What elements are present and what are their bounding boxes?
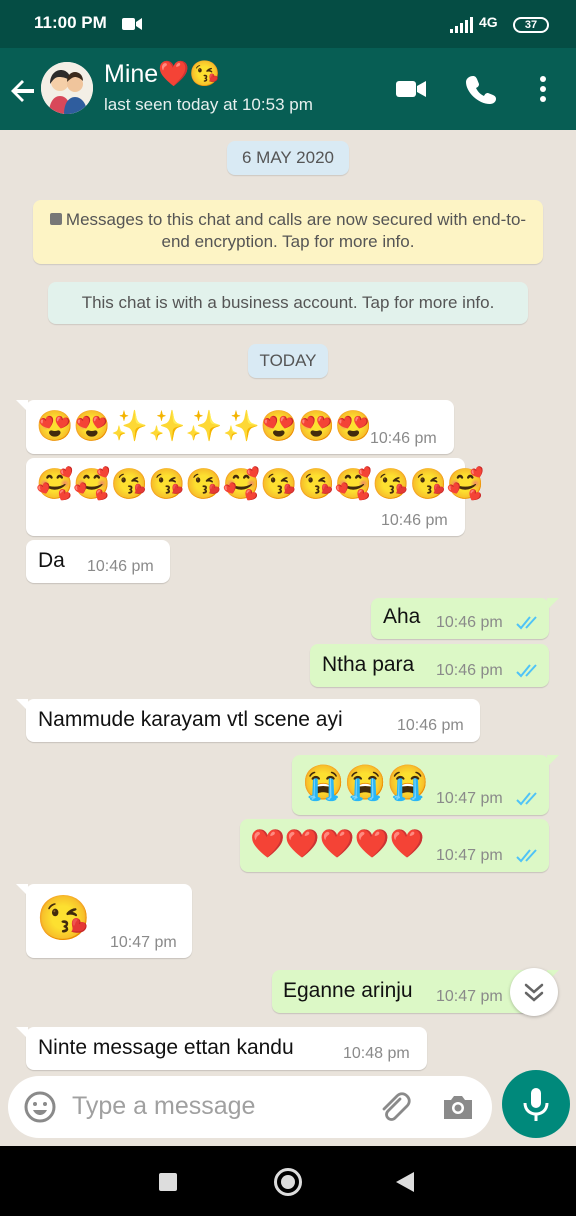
today-chip: TODAY bbox=[248, 344, 328, 378]
message-bubble-outgoing[interactable]: Eganne arinju 10:47 pm bbox=[272, 970, 559, 1013]
message-text: Aha bbox=[383, 605, 421, 628]
message-input-bar: Type a message bbox=[0, 1070, 576, 1146]
scroll-to-bottom-button[interactable] bbox=[510, 968, 558, 1016]
video-call-icon[interactable] bbox=[394, 72, 428, 106]
video-recording-icon bbox=[122, 18, 142, 30]
avatar-couple-icon bbox=[41, 62, 93, 114]
recents-square-icon[interactable] bbox=[159, 1173, 177, 1191]
message-bubble-incoming[interactable]: Nammude karayam vtl scene ayi 10:46 pm bbox=[16, 699, 480, 742]
encryption-notice-text: Messages to this chat and calls are now … bbox=[65, 210, 527, 251]
message-input-field[interactable]: Type a message bbox=[8, 1076, 492, 1138]
message-bubble-outgoing[interactable]: Ntha para 10:46 pm bbox=[310, 644, 549, 687]
voice-call-icon[interactable] bbox=[464, 72, 498, 106]
lock-icon bbox=[49, 213, 62, 225]
status-time: 11:00 PM bbox=[34, 13, 107, 32]
message-time: 10:46 pm bbox=[436, 662, 503, 679]
message-bubble-incoming[interactable]: Da 10:46 pm bbox=[26, 540, 170, 583]
message-time: 10:47 pm bbox=[436, 790, 503, 807]
home-circle-icon[interactable] bbox=[274, 1168, 302, 1196]
voice-message-button[interactable] bbox=[502, 1070, 570, 1138]
read-ticks-icon bbox=[516, 792, 537, 806]
message-time: 10:47 pm bbox=[436, 847, 503, 864]
bubble-tail bbox=[16, 400, 28, 412]
back-arrow-icon[interactable] bbox=[6, 72, 42, 108]
message-emoji: 😍😍✨✨✨✨😍😍😍 bbox=[36, 410, 373, 443]
emoji-icon[interactable] bbox=[22, 1089, 58, 1125]
contact-avatar[interactable] bbox=[41, 62, 93, 114]
message-time: 10:46 pm bbox=[370, 430, 437, 447]
last-seen-status: last seen today at 10:53 pm bbox=[104, 95, 313, 114]
message-input-placeholder: Type a message bbox=[72, 1092, 256, 1120]
message-emoji: ❤️❤️❤️❤️❤️ bbox=[250, 828, 425, 859]
bubble-tail bbox=[16, 1027, 28, 1039]
chat-conversation[interactable]: 6 MAY 2020 Messages to this chat and cal… bbox=[0, 130, 576, 1076]
date-chip: 6 MAY 2020 bbox=[227, 141, 349, 175]
more-options-icon[interactable] bbox=[526, 72, 560, 106]
back-triangle-icon[interactable] bbox=[394, 1170, 416, 1194]
message-text: Nammude karayam vtl scene ayi bbox=[38, 708, 343, 731]
bubble-tail bbox=[16, 884, 28, 896]
attach-icon[interactable] bbox=[376, 1089, 412, 1125]
network-type: 4G bbox=[479, 14, 498, 30]
battery-level: 37 bbox=[513, 17, 549, 33]
message-time: 10:46 pm bbox=[381, 512, 448, 529]
contact-name[interactable]: Mine❤️😘 bbox=[104, 60, 220, 89]
message-text: Ninte message ettan kandu bbox=[38, 1036, 294, 1059]
system-navigation-bar bbox=[0, 1146, 576, 1216]
message-time: 10:46 pm bbox=[87, 558, 154, 575]
message-bubble-outgoing[interactable]: 😭😭😭 10:47 pm bbox=[292, 755, 559, 815]
message-bubble-outgoing[interactable]: Aha 10:46 pm bbox=[371, 598, 559, 639]
emoji-content: 😍😍✨✨✨✨😍😍😍 bbox=[36, 409, 372, 445]
message-bubble-incoming[interactable]: 😍😍✨✨✨✨😍😍😍 10:46 pm bbox=[16, 400, 454, 454]
emoji-content: 😘 bbox=[36, 894, 91, 944]
status-bar: 11:00 PM 4G 37 bbox=[0, 0, 576, 48]
bubble-tail bbox=[547, 755, 559, 767]
message-text: Ntha para bbox=[322, 653, 415, 676]
read-ticks-icon bbox=[516, 664, 537, 678]
message-time: 10:48 pm bbox=[343, 1045, 410, 1062]
emoji-content: 😭😭😭 bbox=[302, 763, 429, 803]
message-text: Eganne arinju bbox=[283, 979, 413, 1002]
message-time: 10:47 pm bbox=[436, 988, 503, 1005]
message-bubble-incoming[interactable]: 😘 10:47 pm bbox=[16, 884, 192, 958]
microphone-icon bbox=[523, 1088, 549, 1121]
message-emoji: 🥰🥰😘😘😘🥰😘😘🥰😘😘🥰 bbox=[36, 468, 485, 501]
bubble-tail bbox=[547, 598, 559, 610]
encryption-notice[interactable]: Messages to this chat and calls are now … bbox=[33, 200, 543, 264]
message-time: 10:46 pm bbox=[397, 717, 464, 734]
signal-strength-icon bbox=[450, 17, 473, 33]
message-emoji: 😭😭😭 bbox=[302, 764, 430, 802]
emoji-content: ❤️❤️❤️❤️❤️ bbox=[250, 826, 424, 862]
read-ticks-icon bbox=[516, 849, 537, 863]
camera-icon[interactable] bbox=[440, 1089, 476, 1125]
emoji-content: 🥰🥰😘😘😘🥰😘😘🥰😘😘🥰 bbox=[36, 467, 484, 503]
chat-header: Mine❤️😘 last seen today at 10:53 pm bbox=[0, 48, 576, 130]
message-time: 10:47 pm bbox=[110, 934, 177, 951]
business-notice[interactable]: This chat is with a business account. Ta… bbox=[48, 282, 528, 324]
read-ticks-icon bbox=[516, 616, 537, 630]
message-time: 10:46 pm bbox=[436, 614, 503, 631]
message-bubble-outgoing[interactable]: ❤️❤️❤️❤️❤️ 10:47 pm bbox=[240, 819, 549, 872]
message-bubble-incoming[interactable]: 🥰🥰😘😘😘🥰😘😘🥰😘😘🥰 10:46 pm bbox=[26, 458, 484, 536]
message-bubble-incoming[interactable]: Ninte message ettan kandu 10:48 pm bbox=[16, 1027, 427, 1070]
message-emoji: 😘 bbox=[36, 894, 91, 943]
double-chevron-down-icon bbox=[524, 983, 544, 1002]
message-text: Da bbox=[38, 549, 65, 572]
bubble-tail bbox=[16, 699, 28, 711]
